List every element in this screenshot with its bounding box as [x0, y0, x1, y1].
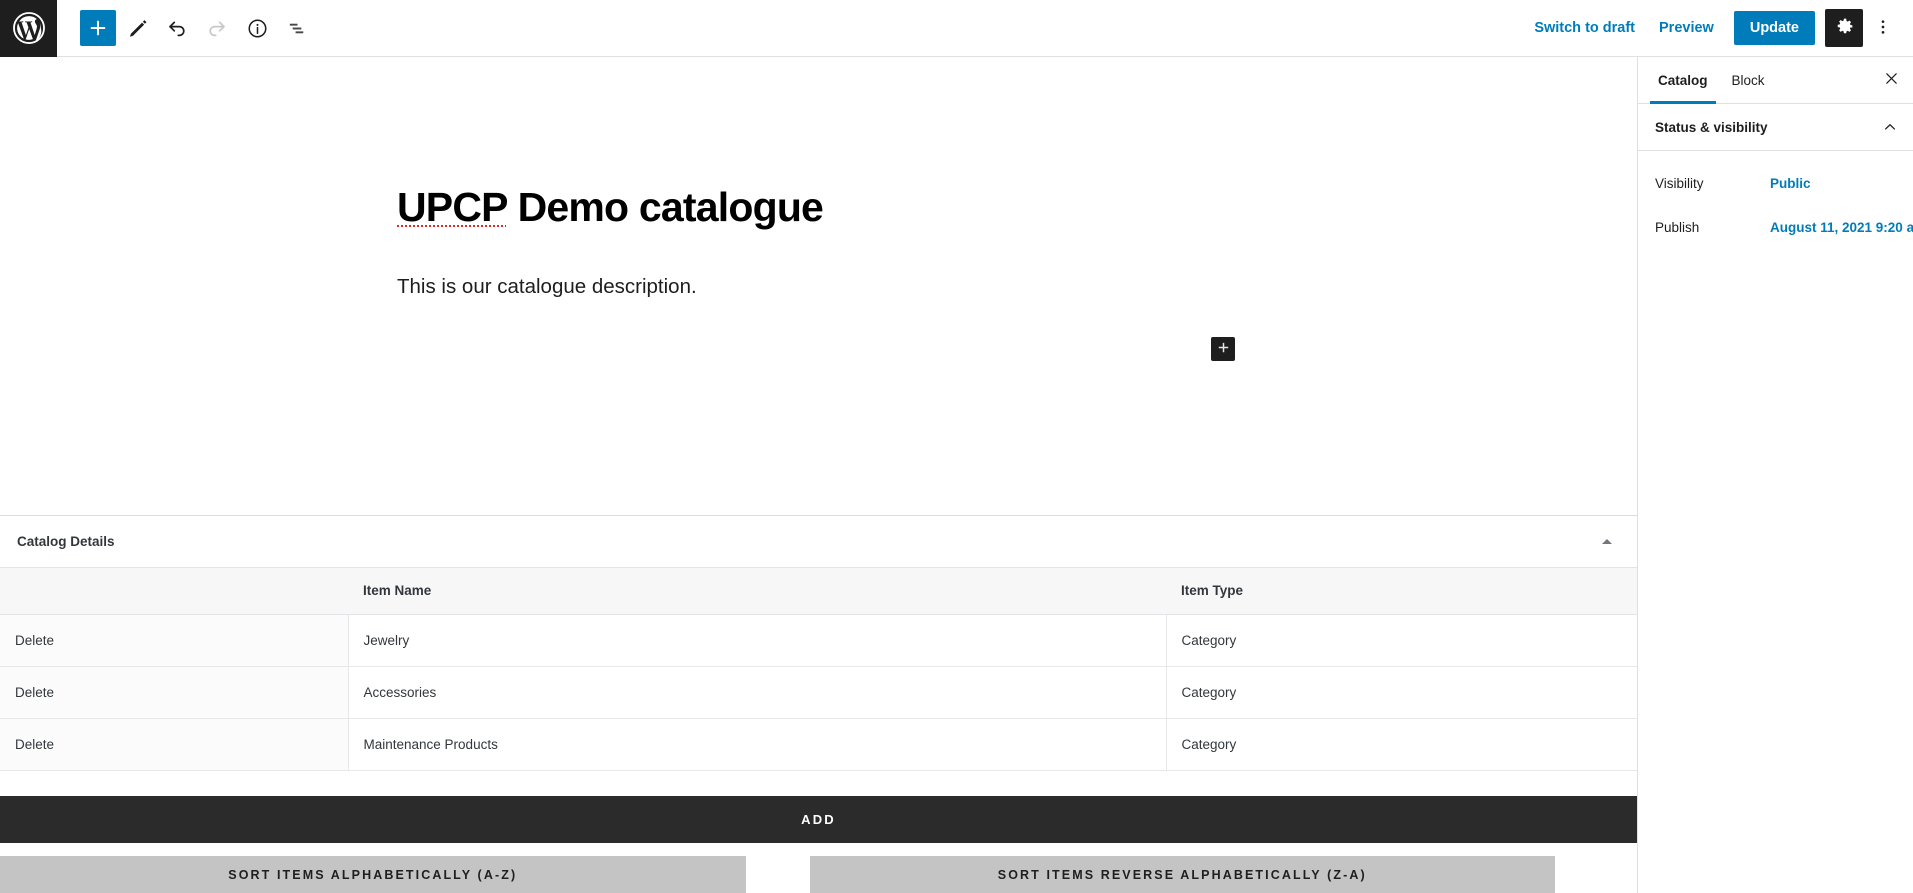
status-visibility-panel-body: Visibility Public Publish August 11, 202… [1638, 151, 1913, 249]
table-row: Delete Accessories Category [0, 666, 1637, 719]
post-title-misspelled: UPCP [397, 184, 508, 230]
catalog-table-head: Item Name Item Type [0, 568, 1637, 615]
tab-block[interactable]: Block [1720, 57, 1777, 103]
post-title-rest: Demo catalogue [506, 184, 824, 230]
close-icon [1883, 70, 1900, 90]
delete-item-link[interactable]: Delete [0, 666, 349, 719]
add-block-button[interactable] [80, 10, 116, 46]
item-name-cell: Maintenance Products [348, 718, 1167, 771]
close-sidebar-button[interactable] [1869, 57, 1913, 103]
triangle-up-icon [1602, 539, 1612, 544]
table-row: Delete Maintenance Products Category [0, 718, 1637, 771]
plus-icon [87, 17, 109, 39]
item-name-cell: Accessories [348, 666, 1167, 719]
settings-sidebar: Catalog Block Status & visibility Visibi… [1638, 57, 1913, 893]
list-view-icon [286, 17, 309, 40]
update-button[interactable]: Update [1733, 11, 1815, 45]
catalog-details-title: Catalog Details [17, 534, 115, 549]
sort-alphabetical-za-button[interactable]: SORT ITEMS REVERSE ALPHABETICALLY (Z-A) [809, 856, 1555, 893]
edit-tools-button[interactable] [118, 9, 156, 47]
catalog-details-metabox: Catalog Details Item Name Item Type Dele… [0, 516, 1637, 893]
plus-icon [1216, 340, 1231, 358]
publish-date-button[interactable]: August 11, 2021 9:20 am [1770, 220, 1913, 235]
delete-item-link[interactable]: Delete [0, 718, 349, 771]
status-visibility-panel-header[interactable]: Status & visibility [1638, 104, 1913, 151]
add-item-label: ADD [801, 812, 836, 827]
more-options-button[interactable] [1865, 9, 1901, 47]
catalog-details-body: Item Name Item Type Delete Jewelry Categ… [0, 568, 1637, 796]
visibility-row: Visibility Public [1655, 161, 1896, 205]
post-canvas[interactable]: UPCP Demo catalogue This is our catalogu… [0, 57, 1637, 516]
sidebar-tabs: Catalog Block [1638, 57, 1913, 104]
wordpress-logo-button[interactable] [0, 0, 57, 57]
item-type-cell: Category [1166, 666, 1637, 719]
table-row: Delete Jewelry Category [0, 614, 1637, 667]
column-header-item-type: Item Type [1166, 568, 1637, 615]
undo-icon [165, 16, 189, 40]
editor-toolbar: Switch to draft Preview Update [0, 0, 1913, 57]
item-name-cell: Jewelry [348, 614, 1167, 667]
block-inserter-button[interactable] [1211, 337, 1235, 361]
toolbar-left-group [57, 9, 316, 47]
sort-buttons-row: SORT ITEMS ALPHABETICALLY (A-Z) SORT ITE… [0, 843, 1637, 893]
info-icon [246, 17, 269, 40]
wordpress-block-editor: Switch to draft Preview Update UPCP Demo… [0, 0, 1913, 893]
catalog-details-collapse-button[interactable] [1594, 529, 1620, 555]
editor-body: UPCP Demo catalogue This is our catalogu… [0, 57, 1913, 893]
list-view-button[interactable] [278, 9, 316, 47]
details-button[interactable] [238, 9, 276, 47]
wordpress-logo-icon [12, 11, 46, 45]
catalog-details-header[interactable]: Catalog Details [0, 516, 1637, 568]
switch-to-draft-button[interactable]: Switch to draft [1522, 12, 1647, 44]
pencil-icon [126, 17, 149, 40]
preview-button[interactable]: Preview [1647, 12, 1726, 44]
gear-icon [1834, 16, 1855, 40]
item-type-cell: Category [1166, 718, 1637, 771]
visibility-label: Visibility [1655, 175, 1704, 191]
publish-label: Publish [1655, 219, 1700, 235]
catalog-table-body: Delete Jewelry Category Delete Accessori… [0, 614, 1637, 771]
editor-column: UPCP Demo catalogue This is our catalogu… [0, 57, 1638, 893]
tab-catalog[interactable]: Catalog [1646, 57, 1720, 104]
kebab-menu-icon [1873, 17, 1893, 40]
toolbar-right-group: Switch to draft Preview Update [1522, 9, 1913, 47]
column-header-item-name: Item Name [348, 568, 1166, 615]
sort-alphabetical-az-button[interactable]: SORT ITEMS ALPHABETICALLY (A-Z) [0, 856, 746, 893]
post-title[interactable]: UPCP Demo catalogue [397, 184, 824, 231]
item-type-cell: Category [1166, 614, 1637, 667]
status-visibility-title: Status & visibility [1655, 119, 1768, 135]
table-header-row: Item Name Item Type [0, 568, 1637, 615]
add-item-button[interactable]: ADD [0, 796, 1637, 843]
chevron-up-icon [1881, 118, 1899, 136]
post-description-paragraph[interactable]: This is our catalogue description. [397, 272, 697, 303]
redo-button[interactable] [198, 9, 236, 47]
catalog-items-table: Item Name Item Type Delete Jewelry Categ… [0, 568, 1637, 771]
redo-icon [205, 16, 229, 40]
settings-button[interactable] [1825, 9, 1863, 47]
undo-button[interactable] [158, 9, 196, 47]
publish-row: Publish August 11, 2021 9:20 am [1655, 205, 1913, 249]
delete-item-link[interactable]: Delete [0, 614, 349, 667]
visibility-value-button[interactable]: Public [1770, 176, 1811, 191]
column-header-actions [0, 568, 348, 615]
sort-row-spacer [1619, 856, 1637, 893]
